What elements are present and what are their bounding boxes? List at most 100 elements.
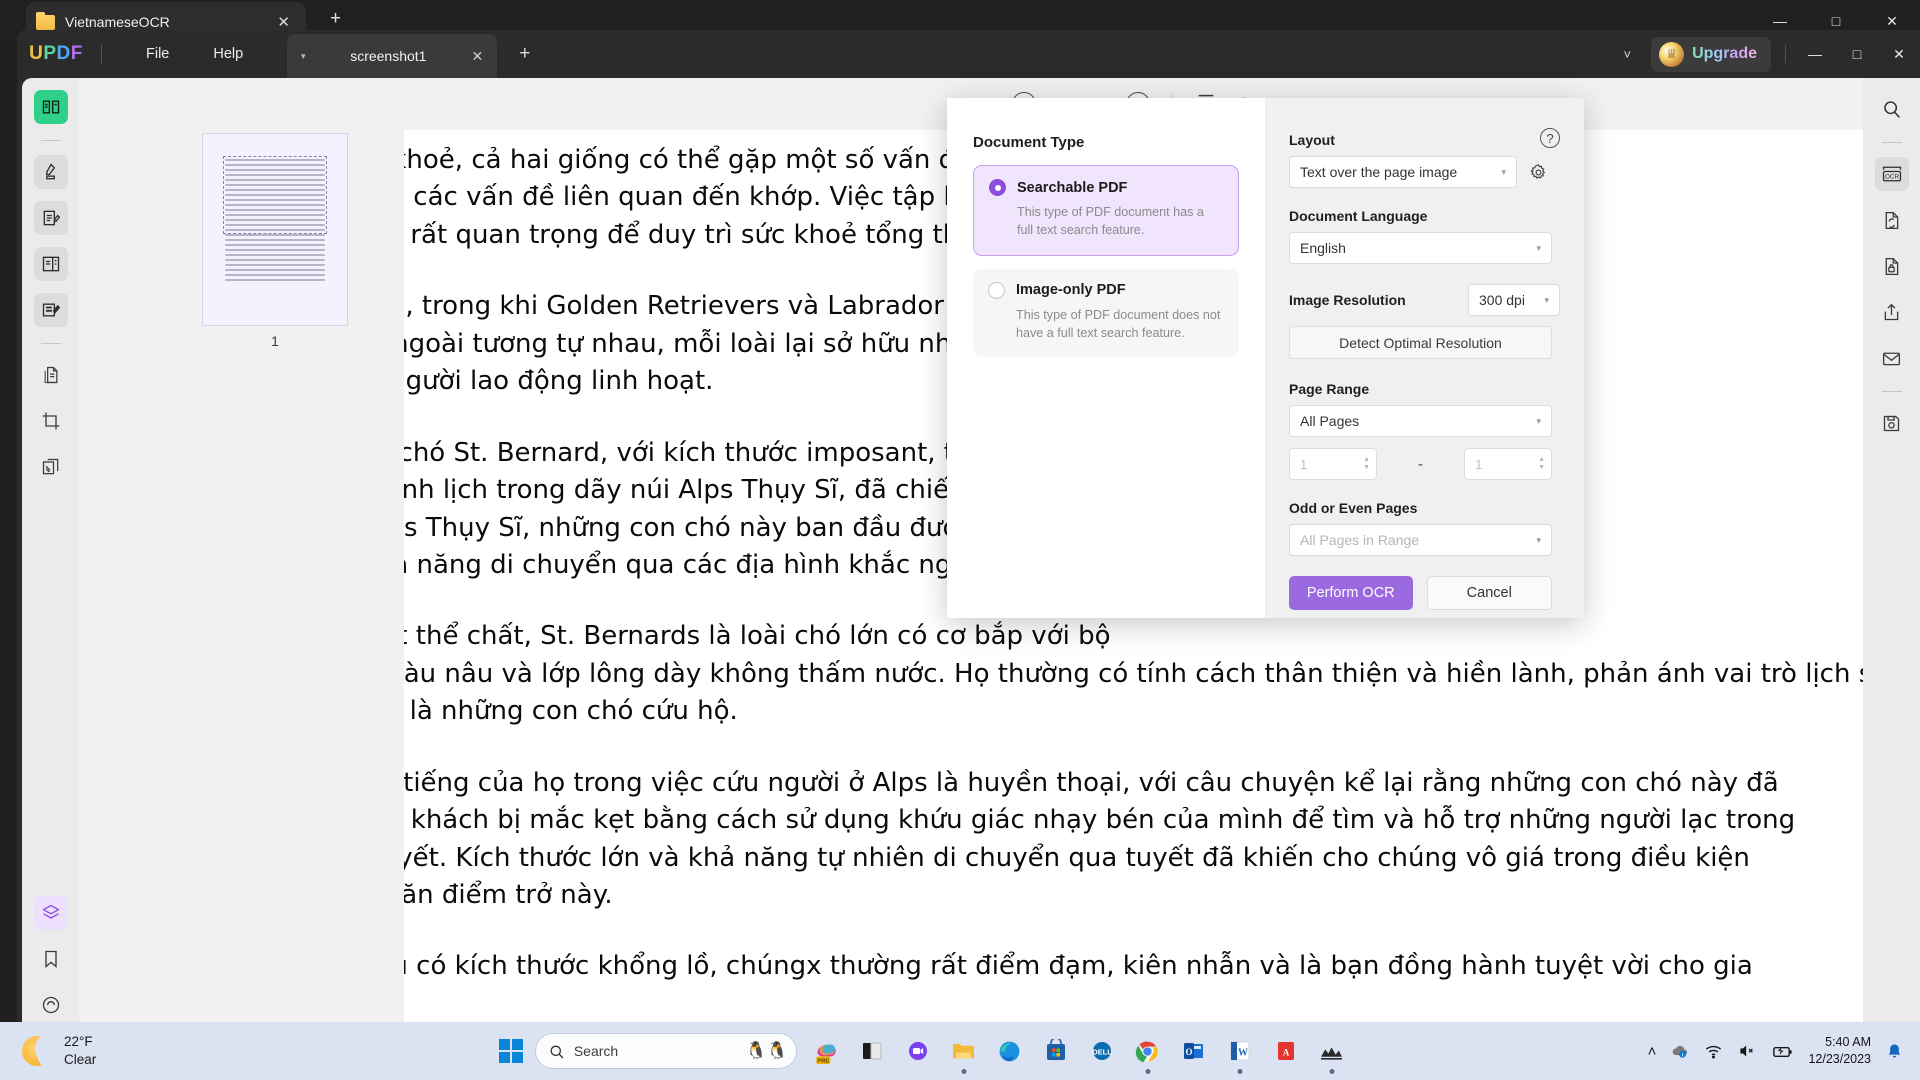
chevron-down-icon[interactable]: ▾ bbox=[1536, 416, 1541, 427]
taskbar-start-button[interactable] bbox=[499, 1039, 523, 1063]
updf-close-button[interactable]: ✕ bbox=[1878, 46, 1920, 63]
taskbar-acrobat[interactable]: A bbox=[1269, 1034, 1303, 1068]
titlebar-divider-2 bbox=[1785, 45, 1786, 63]
wifi-icon[interactable] bbox=[1704, 1042, 1723, 1061]
compare-icon[interactable] bbox=[34, 450, 68, 484]
layout-select[interactable]: Text over the page image ▾ bbox=[1289, 156, 1517, 188]
email-icon[interactable] bbox=[1875, 341, 1909, 375]
explorer-maximize-button[interactable]: □ bbox=[1808, 13, 1864, 29]
annotate-icon[interactable] bbox=[34, 201, 68, 235]
taskbar-updf[interactable] bbox=[1315, 1034, 1349, 1068]
taskbar-search[interactable]: Search 🐧🐧 bbox=[535, 1033, 797, 1069]
taskbar-running-indicator bbox=[1145, 1069, 1150, 1074]
taskbar-weather-widget[interactable]: 22°F Clear bbox=[0, 1033, 200, 1069]
ocr-icon[interactable]: OCR bbox=[1875, 157, 1909, 191]
gear-icon[interactable] bbox=[1527, 161, 1549, 183]
dell-icon: DELL bbox=[1090, 1039, 1114, 1063]
upgrade-button[interactable]: ♕ Upgrade bbox=[1651, 37, 1771, 72]
cloud-icon[interactable]: i bbox=[1670, 1041, 1690, 1061]
bell-icon[interactable] bbox=[1885, 1042, 1904, 1061]
crop-icon[interactable] bbox=[34, 404, 68, 438]
chevron-down-icon[interactable]: ▾ bbox=[1536, 243, 1541, 254]
chevron-down-icon[interactable]: ▾ bbox=[295, 51, 311, 62]
stepper-arrows[interactable]: ▲▼ bbox=[1538, 457, 1545, 471]
protect-icon[interactable] bbox=[1875, 249, 1909, 283]
page-range-value: All Pages bbox=[1300, 413, 1536, 429]
explorer-new-tab-button[interactable]: + bbox=[330, 8, 341, 30]
organize-pages-icon[interactable] bbox=[34, 247, 68, 281]
page-range-label: Page Range bbox=[1289, 381, 1560, 397]
explorer-minimize-button[interactable]: — bbox=[1752, 13, 1808, 29]
chevron-up-icon[interactable]: ˄ bbox=[1648, 1043, 1657, 1060]
ai-assistant-icon[interactable] bbox=[34, 988, 68, 1022]
menu-help[interactable]: Help bbox=[191, 40, 265, 68]
search-icon bbox=[548, 1043, 565, 1060]
add-document-tab-button[interactable]: + bbox=[519, 43, 530, 65]
document-language-select[interactable]: English ▾ bbox=[1289, 232, 1552, 264]
chevron-down-icon[interactable]: ˅ bbox=[1604, 47, 1652, 62]
taskbar-taskview[interactable] bbox=[855, 1034, 889, 1068]
radio-image-only-pdf[interactable] bbox=[988, 282, 1005, 299]
detect-optimal-resolution-button[interactable]: Detect Optimal Resolution bbox=[1289, 326, 1552, 359]
reader-icon[interactable] bbox=[34, 90, 68, 124]
chevron-down-icon[interactable]: ▾ bbox=[1544, 295, 1549, 306]
taskbar-chrome[interactable] bbox=[1131, 1034, 1165, 1068]
svg-text:PRE: PRE bbox=[817, 1059, 829, 1064]
taskbar-dell[interactable]: DELL bbox=[1085, 1034, 1119, 1068]
page-tools-icon[interactable] bbox=[34, 358, 68, 392]
updf-maximize-button[interactable]: □ bbox=[1836, 46, 1878, 62]
page-to-input[interactable]: 1 ▲▼ bbox=[1464, 448, 1552, 480]
menu-file[interactable]: File bbox=[124, 40, 191, 68]
taskbar-word[interactable]: W bbox=[1223, 1034, 1257, 1068]
svg-text:W: W bbox=[1238, 1048, 1248, 1059]
taskbar-edge[interactable] bbox=[993, 1034, 1027, 1068]
document-language-label: Document Language bbox=[1289, 208, 1560, 224]
taskbar-copilot[interactable]: PRE bbox=[809, 1034, 843, 1068]
highlighter-icon[interactable] bbox=[34, 155, 68, 189]
save-icon[interactable] bbox=[1875, 406, 1909, 440]
penguins-icon: 🐧🐧 bbox=[745, 1041, 787, 1061]
cancel-button[interactable]: Cancel bbox=[1427, 576, 1553, 610]
bookmark-icon[interactable] bbox=[34, 942, 68, 976]
taskbar-chat[interactable] bbox=[901, 1034, 935, 1068]
clock-date: 12/23/2023 bbox=[1808, 1051, 1871, 1068]
taskbar-center-group: Search 🐧🐧 PRE bbox=[200, 1033, 1648, 1069]
acrobat-icon: A bbox=[1274, 1039, 1298, 1063]
updf-minimize-button[interactable]: — bbox=[1794, 46, 1836, 62]
explorer-close-button[interactable]: ✕ bbox=[1864, 13, 1920, 30]
rail-divider bbox=[41, 140, 61, 141]
radio-searchable-pdf[interactable] bbox=[989, 179, 1006, 196]
chevron-down-icon[interactable]: ▾ bbox=[1501, 167, 1506, 178]
search-icon[interactable] bbox=[1875, 92, 1909, 126]
image-resolution-select[interactable]: 300 dpi ▾ bbox=[1468, 284, 1560, 316]
taskbar-file-explorer[interactable] bbox=[947, 1034, 981, 1068]
document-tab[interactable]: ▾ screenshot1 ✕ bbox=[287, 34, 497, 78]
taskbar-outlook[interactable]: O bbox=[1177, 1034, 1211, 1068]
stepper-arrows[interactable]: ▲▼ bbox=[1363, 457, 1370, 471]
chevron-down-icon[interactable]: ▾ bbox=[1536, 535, 1541, 546]
edit-pdf-icon[interactable] bbox=[34, 293, 68, 327]
document-tab-close-icon[interactable]: ✕ bbox=[465, 48, 489, 65]
page-thumbnail[interactable] bbox=[202, 133, 348, 326]
taskbar-running-indicator bbox=[1237, 1069, 1242, 1074]
convert-pdf-icon[interactable] bbox=[1875, 203, 1909, 237]
speaker-muted-icon[interactable] bbox=[1737, 1041, 1757, 1061]
perform-ocr-button[interactable]: Perform OCR bbox=[1289, 576, 1413, 610]
help-icon[interactable]: ? bbox=[1540, 128, 1560, 148]
doctype-option-image-only-pdf[interactable]: Image-only PDF This type of PDF document… bbox=[973, 269, 1239, 358]
page-range-select[interactable]: All Pages ▾ bbox=[1289, 405, 1552, 437]
clock-time: 5:40 AM bbox=[1808, 1034, 1871, 1051]
battery-charging-icon[interactable] bbox=[1771, 1040, 1794, 1063]
layers-icon[interactable] bbox=[34, 896, 68, 930]
taskbar-clock[interactable]: 5:40 AM 12/23/2023 bbox=[1808, 1034, 1871, 1068]
titlebar-divider bbox=[101, 45, 102, 64]
taskbar-store[interactable] bbox=[1039, 1034, 1073, 1068]
share-icon[interactable] bbox=[1875, 295, 1909, 329]
page-from-input[interactable]: 1 ▲▼ bbox=[1289, 448, 1377, 480]
odd-or-even-pages-select[interactable]: All Pages in Range ▾ bbox=[1289, 524, 1552, 556]
svg-text:A: A bbox=[1283, 1048, 1290, 1058]
left-tool-rail bbox=[22, 78, 79, 1038]
doctype-option-searchable-pdf[interactable]: Searchable PDF This type of PDF document… bbox=[973, 165, 1239, 256]
doctype-label: Searchable PDF bbox=[1017, 180, 1127, 196]
taskbar-running-indicator bbox=[961, 1069, 966, 1074]
